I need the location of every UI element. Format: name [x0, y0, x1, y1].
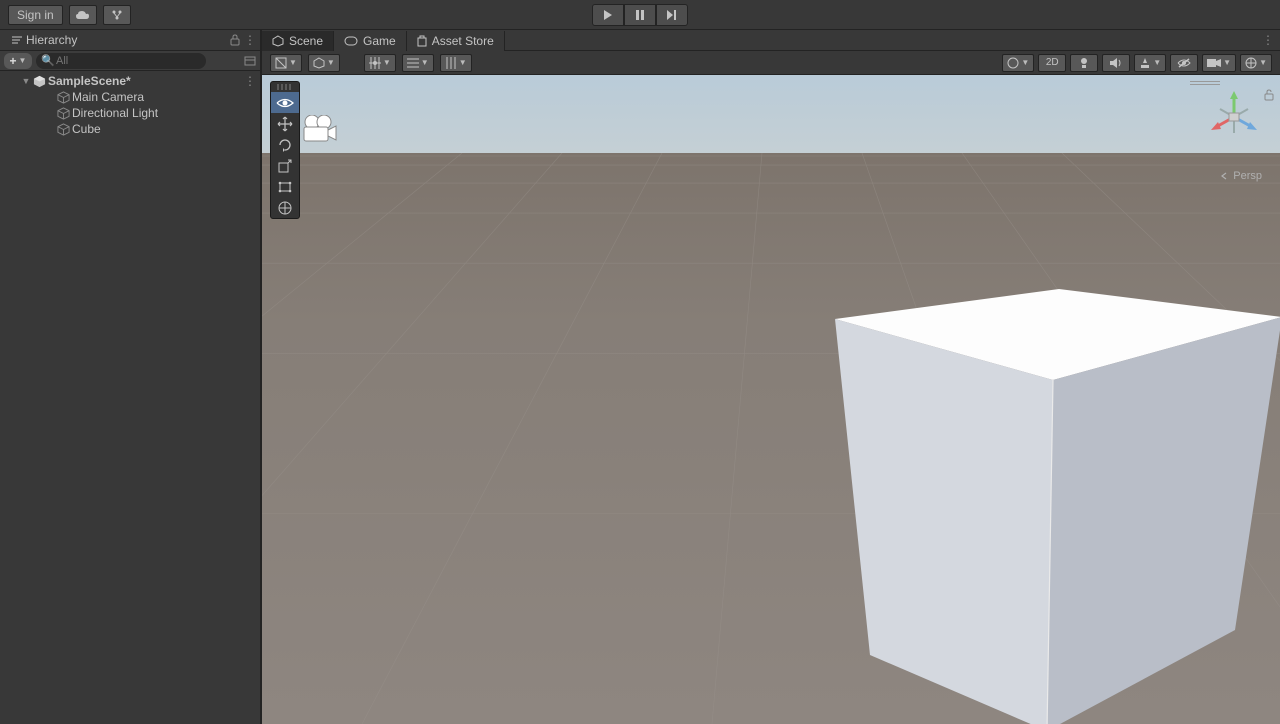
hierarchy-tab[interactable]: Hierarchy	[4, 30, 85, 50]
unity-scene-icon	[32, 74, 46, 88]
game-icon	[344, 36, 358, 46]
pause-button[interactable]	[624, 4, 656, 26]
sign-in-button[interactable]: Sign in	[8, 5, 63, 25]
hierarchy-list-icon	[12, 35, 22, 45]
hierarchy-item-cube[interactable]: Cube	[0, 121, 260, 137]
search-icon: 🔍	[41, 54, 55, 67]
effects-dropdown[interactable]: ▼	[1134, 54, 1166, 72]
cube-outline-icon	[56, 90, 70, 104]
step-button[interactable]	[656, 4, 688, 26]
projection-mode-label[interactable]: Persp	[1220, 170, 1262, 182]
tab-asset-store[interactable]: Asset Store	[407, 31, 505, 51]
snap-increment-button[interactable]: ▼	[402, 54, 434, 72]
scene-row[interactable]: ▼ SampleScene* ⋮	[0, 73, 260, 89]
snap-settings-button[interactable]: ▼	[440, 54, 472, 72]
tab-label: Game	[363, 34, 396, 48]
gizmo-lock-icon[interactable]	[1264, 89, 1274, 101]
skybox	[262, 75, 1280, 165]
tab-game[interactable]: Game	[334, 31, 407, 51]
rect-tool-button[interactable]	[271, 176, 299, 197]
hierarchy-item-main-camera[interactable]: Main Camera	[0, 89, 260, 105]
object-label: Main Camera	[72, 90, 144, 104]
object-label: Cube	[72, 122, 101, 136]
expand-arrow-icon[interactable]: ▼	[20, 76, 32, 86]
scene-viewport[interactable]: Persp	[262, 75, 1280, 724]
camera-dropdown[interactable]: ▼	[1202, 54, 1236, 72]
asset-store-icon	[417, 35, 427, 47]
gizmos-dropdown[interactable]: ▼	[1240, 54, 1272, 72]
lock-icon[interactable]	[230, 34, 240, 46]
move-tool-button[interactable]	[271, 113, 299, 134]
panel-menu-icon[interactable]: ⋮	[244, 33, 256, 47]
hierarchy-title: Hierarchy	[26, 33, 77, 47]
play-button[interactable]	[592, 4, 624, 26]
audio-button[interactable]	[1102, 54, 1130, 72]
toggle-2d-button[interactable]: 2D	[1038, 54, 1066, 72]
tab-label: Scene	[289, 34, 323, 48]
gizmo-grip[interactable]	[1190, 81, 1220, 85]
transform-tool-button[interactable]	[271, 197, 299, 218]
tab-scene[interactable]: Scene	[262, 31, 334, 51]
object-label: Directional Light	[72, 106, 158, 120]
search-mode-icon[interactable]	[244, 56, 256, 66]
cloud-icon[interactable]	[69, 5, 97, 25]
render-dropdown[interactable]: ▼	[1002, 54, 1034, 72]
camera-gizmo-icon[interactable]	[302, 115, 338, 143]
scene-name: SampleScene*	[48, 74, 131, 88]
hierarchy-item-directional-light[interactable]: Directional Light	[0, 105, 260, 121]
tab-menu-icon[interactable]: ⋮	[1262, 33, 1274, 47]
rotate-tool-button[interactable]	[271, 134, 299, 155]
draw-mode-dropdown[interactable]: ▼	[270, 54, 302, 72]
orientation-gizmo[interactable]	[1206, 89, 1262, 145]
tab-label: Asset Store	[432, 34, 494, 48]
cube-outline-icon	[56, 122, 70, 136]
lighting-button[interactable]	[1070, 54, 1098, 72]
grid-snap-button[interactable]: ▼	[364, 54, 396, 72]
cube-outline-icon	[56, 106, 70, 120]
visibility-button[interactable]	[1170, 54, 1198, 72]
cube-object[interactable]	[832, 210, 1280, 724]
scale-tool-button[interactable]	[271, 155, 299, 176]
scene-menu-icon[interactable]: ⋮	[244, 74, 256, 88]
view-tool-button[interactable]	[271, 92, 299, 113]
tool-strip-grip[interactable]	[277, 84, 293, 90]
scene-icon	[272, 35, 284, 47]
shading-mode-dropdown[interactable]: ▼	[308, 54, 340, 72]
hierarchy-search-input[interactable]	[36, 53, 206, 69]
version-control-icon[interactable]	[103, 5, 131, 25]
create-dropdown[interactable]: +▼	[4, 53, 32, 69]
